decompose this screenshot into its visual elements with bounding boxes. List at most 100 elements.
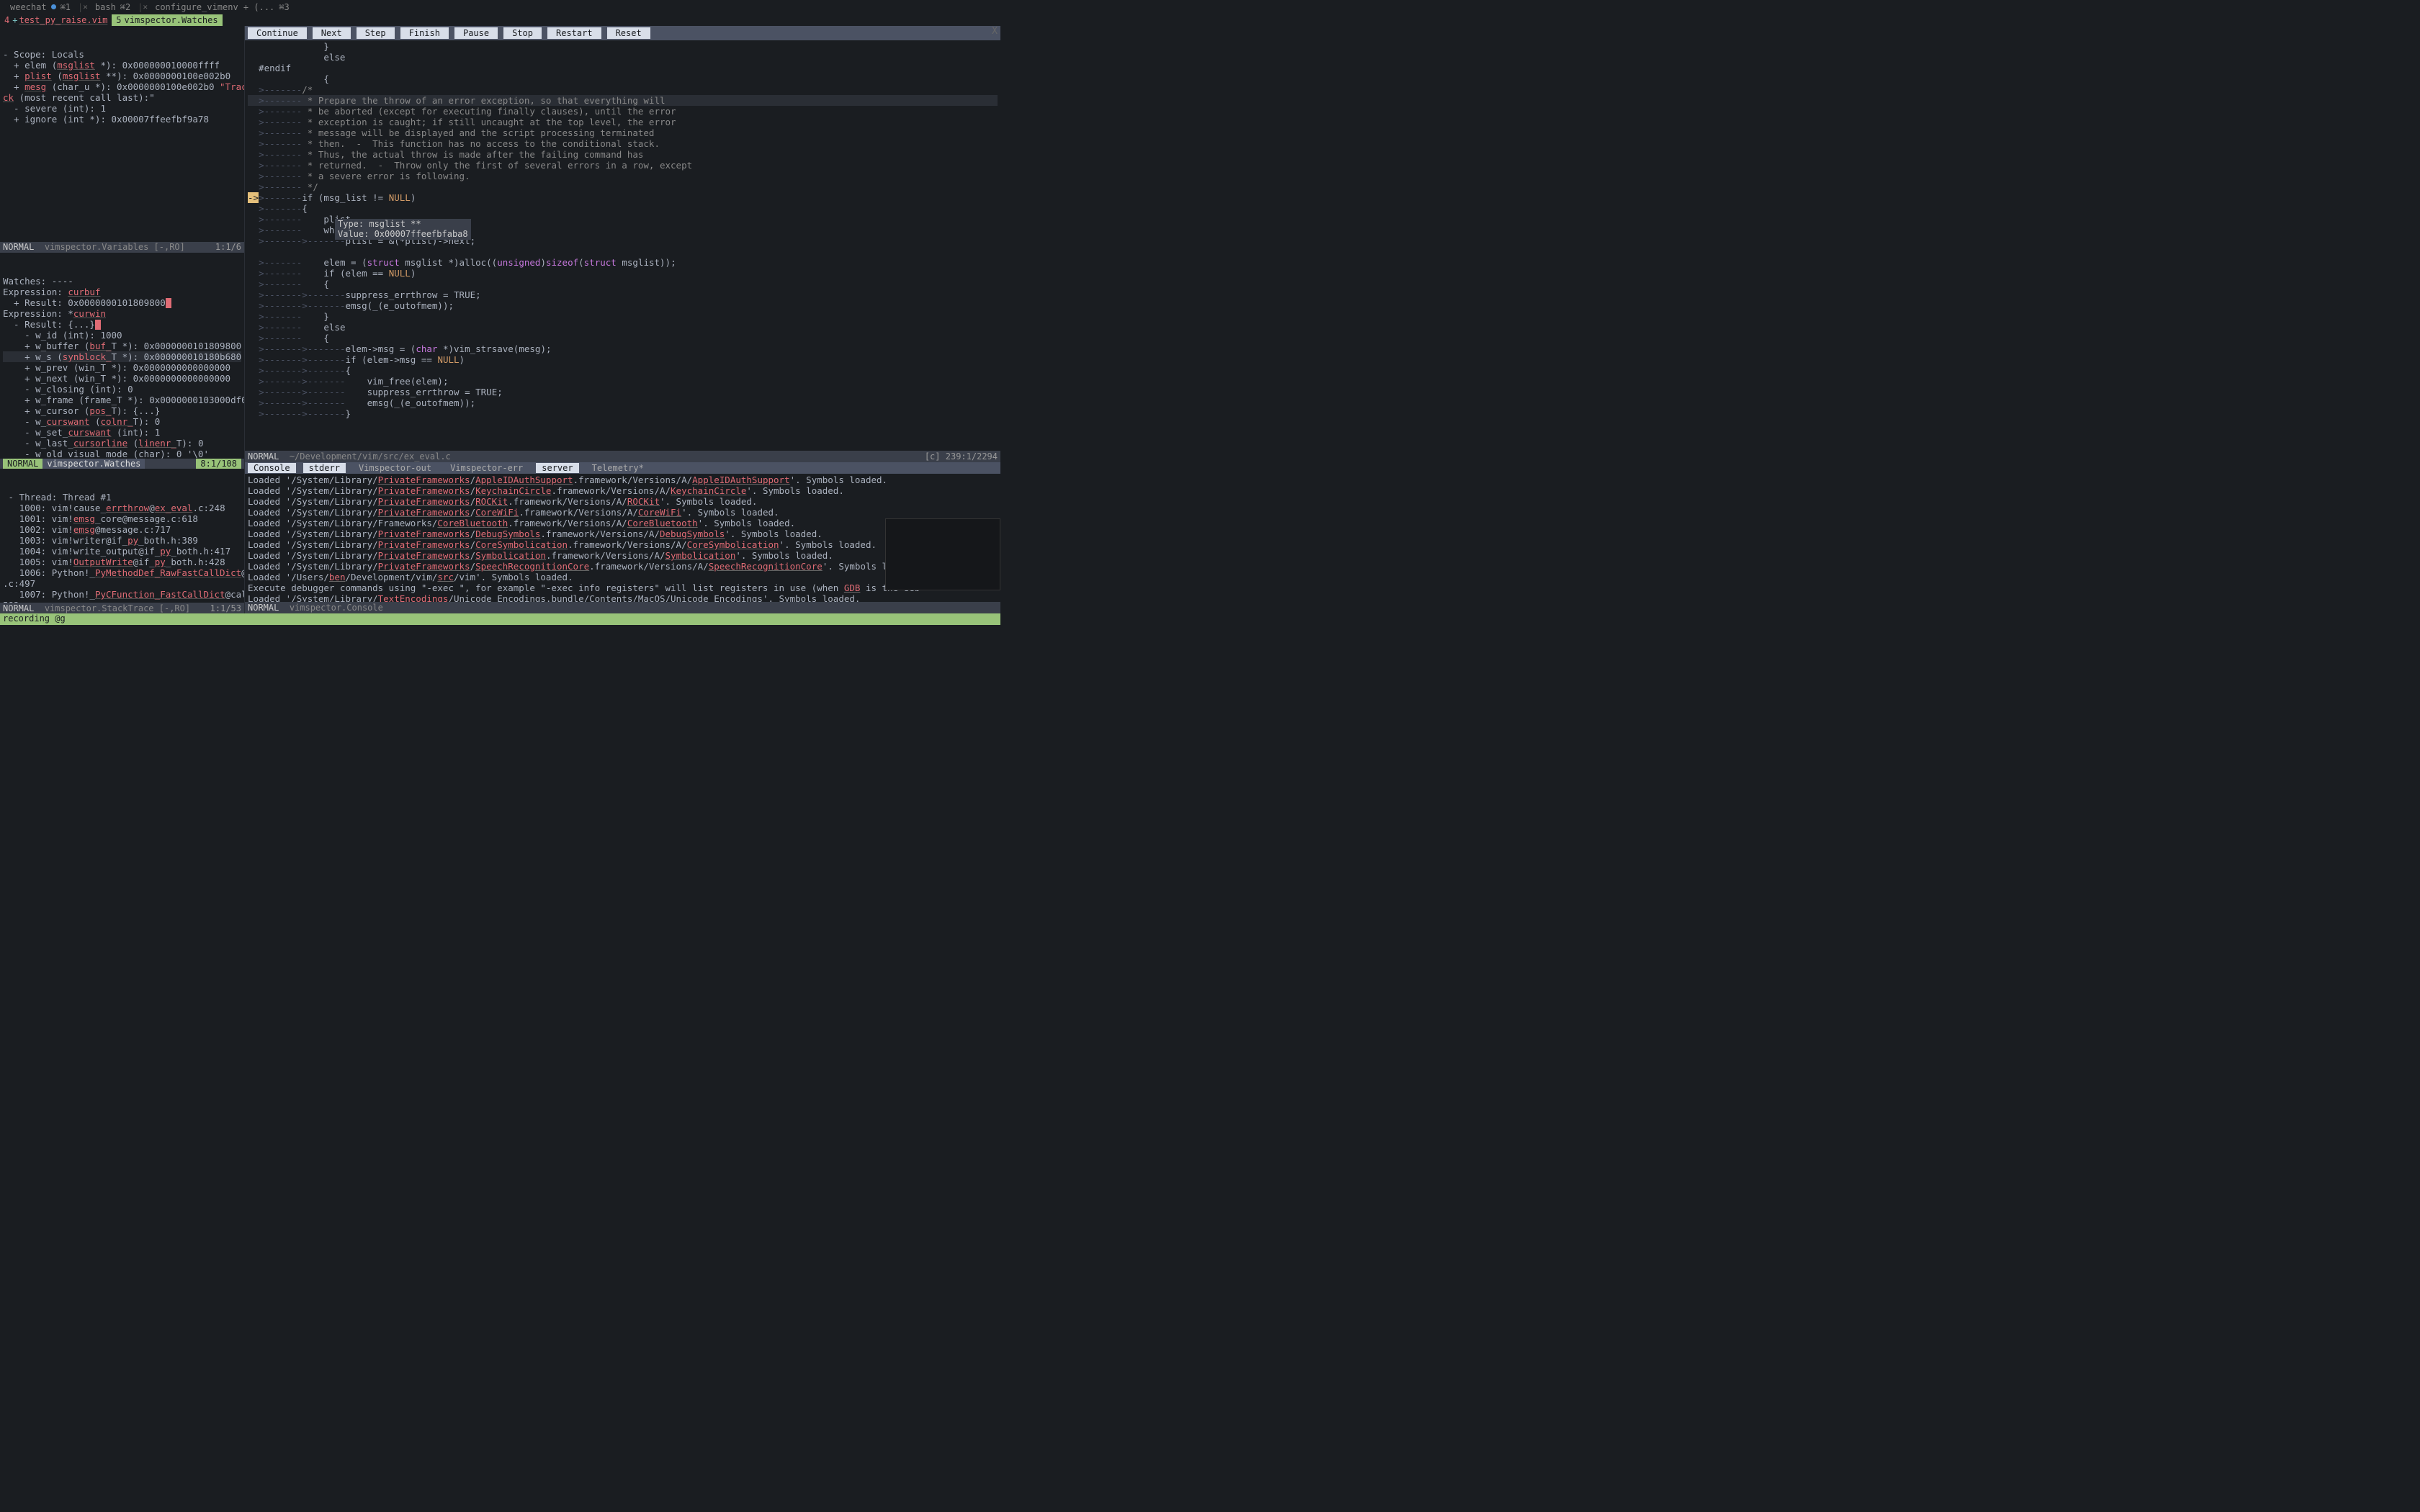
code-line[interactable]: >------- * a severe error is following. [248, 171, 998, 181]
os-tab-2[interactable]: bash ⌘2 [88, 2, 138, 12]
code-line[interactable]: >------- * returned. - Throw only the fi… [248, 160, 998, 171]
stop-button[interactable]: Stop [503, 27, 542, 39]
code-line[interactable]: else [248, 52, 998, 63]
next-button[interactable]: Next [313, 27, 351, 39]
stacktrace-pane[interactable]: - Thread: Thread #1 1000: vim!cause_errt… [0, 469, 244, 603]
code-line[interactable]: >------- */ [248, 181, 998, 192]
reset-button[interactable]: Reset [607, 27, 650, 39]
output-tabs: Console stderr Vimspector-out Vimspector-er… [245, 462, 1000, 474]
watch-line[interactable]: Expression: *curwin [3, 308, 241, 319]
stack-frame[interactable]: 1005: vim!OutputWrite@if_py_both.h:428 [3, 557, 241, 567]
code-line[interactable]: >------- elem = (struct msglist *)alloc(… [248, 257, 998, 268]
watch-line[interactable]: + w_frame (frame_T *): 0x0000000103000df… [3, 395, 241, 405]
stack-frame[interactable]: 1007: Python!_PyCFunction_FastCallDict@c… [3, 589, 241, 600]
stack-frame[interactable]: 1000: vim!cause_errthrow@ex_eval.c:248 [3, 503, 241, 513]
vim-tab-2[interactable]: 5 vimspector.Watches [112, 14, 222, 26]
code-line[interactable]: >------- { [248, 333, 998, 343]
stack-frame[interactable]: .c:497 [3, 578, 241, 589]
restart-button[interactable]: Restart [547, 27, 601, 39]
console-pane[interactable]: Loaded '/System/Library/PrivateFramework… [245, 474, 1000, 602]
code-line[interactable]: >------- * message will be displayed and… [248, 127, 998, 138]
console-line: Loaded '/System/Library/PrivateFramework… [248, 507, 998, 518]
pane-close-icon[interactable]: X [992, 26, 998, 37]
watch-line[interactable]: + w_cursor (pos_T): {...} [3, 405, 241, 416]
os-tab-3[interactable]: configure_vimenv + (... ⌘3 [148, 2, 297, 12]
code-line[interactable] [248, 246, 998, 257]
watch-line[interactable]: + w_next (win_T *): 0x0000000000000000 [3, 373, 241, 384]
variable-line[interactable]: ck (most recent call last):" [3, 92, 241, 103]
variable-line[interactable]: - severe (int): 1 [3, 103, 241, 114]
code-line[interactable]: >------- * exception is caught; if still… [248, 117, 998, 127]
watch-line[interactable]: - w_last_cursorline (linenr_T): 0 [3, 438, 241, 449]
output-tab-vimspector-out[interactable]: Vimspector-out [353, 463, 437, 473]
output-tab-server[interactable]: server [536, 463, 578, 473]
watch-line[interactable]: - w_closing (int): 0 [3, 384, 241, 395]
code-line[interactable]: >------->-------if (elem->msg == NULL) [248, 354, 998, 365]
watch-line[interactable]: + w_prev (win_T *): 0x0000000000000000 [3, 362, 241, 373]
code-pane[interactable]: } else #endif { >-------/* >------- * Pr… [245, 40, 1000, 451]
variable-line[interactable]: + elem (msglist *): 0x000000010000ffff [3, 60, 241, 71]
close-icon[interactable]: ✕ [143, 2, 148, 12]
output-tab-vimspector-err[interactable]: Vimspector-err [444, 463, 529, 473]
code-line[interactable]: >------- if (elem == NULL) [248, 268, 998, 279]
code-line[interactable]: >------->-------suppress_errthrow = TRUE… [248, 289, 998, 300]
code-line[interactable]: } [248, 41, 998, 52]
stack-frame[interactable]: 1006: Python!_PyMethodDef_RawFastCallDic… [3, 567, 241, 578]
code-line[interactable]: >------->-------emsg(_(e_outofmem)); [248, 300, 998, 311]
code-line[interactable]: ->>-------if (msg_list != NULL) [248, 192, 998, 203]
watch-line[interactable]: + Result: 0x0000000101809800 [3, 297, 241, 308]
stack-frame[interactable]: 1001: vim!emsg_core@message.c:618 [3, 513, 241, 524]
code-line[interactable]: >------- * Prepare the throw of an error… [248, 95, 998, 106]
os-tab-1[interactable]: weechat ⌘1 [3, 2, 78, 12]
code-line[interactable]: >-------/* [248, 84, 998, 95]
code-line[interactable]: >------- * then. - This function has no … [248, 138, 998, 149]
watch-line[interactable]: + w_buffer (buf_T *): 0x0000000101809800 [3, 341, 241, 351]
output-tab-stderr[interactable]: stderr [303, 463, 346, 473]
console-line: Loaded '/System/Library/PrivateFramework… [248, 485, 998, 496]
watches-statusline: NORMALvimspector.Watches 8:1/108 [0, 459, 244, 469]
watch-line[interactable]: - w_set_curswant (int): 1 [3, 427, 241, 438]
code-line[interactable]: >------->------- emsg(_(e_outofmem)); [248, 397, 998, 408]
watch-line[interactable]: + w_s (synblock_T *): 0x000000010180b680 [3, 351, 241, 362]
stack-frame[interactable]: 1002: vim!emsg@message.c:717 [3, 524, 241, 535]
variable-line[interactable]: + mesg (char_u *): 0x0000000100e002b0 "T… [3, 81, 241, 92]
code-line[interactable]: >-------{ [248, 203, 998, 214]
code-line[interactable]: >------- * Thus, the actual throw is mad… [248, 149, 998, 160]
vim-tabline: 4+ test_py_raise.vim 5 vimspector.Watche… [0, 14, 1000, 26]
output-tab-console[interactable]: Console [248, 463, 296, 473]
finish-button[interactable]: Finish [400, 27, 449, 39]
code-line[interactable]: { [248, 73, 998, 84]
output-tab-telemetry-[interactable]: Telemetry* [586, 463, 650, 473]
code-line[interactable]: >------->-------elem->msg = (char *)vim_… [248, 343, 998, 354]
code-line[interactable]: >------->------- vim_free(elem); [248, 376, 998, 387]
code-line[interactable]: >------->-------} [248, 408, 998, 419]
variable-line[interactable]: - Scope: Locals [3, 49, 241, 60]
window-titlebar: weechat ⌘1 |✕ bash ⌘2 |✕ configure_vimen… [0, 0, 1000, 14]
watch-line[interactable]: - w_id (int): 1000 [3, 330, 241, 341]
debug-toolbar: Continue Next Step Finish Pause Stop Res… [245, 26, 1000, 40]
watch-line[interactable]: - Result: {...} [3, 319, 241, 330]
stack-frame[interactable]: 1004: vim!write_output@if_py_both.h:417 [3, 546, 241, 557]
watch-line[interactable]: Expression: curbuf [3, 287, 241, 297]
variables-pane[interactable]: - Scope: Locals + elem (msglist *): 0x00… [0, 26, 244, 242]
code-line[interactable]: >------->------- suppress_errthrow = TRU… [248, 387, 998, 397]
code-line[interactable]: #endif [248, 63, 998, 73]
code-line[interactable]: >------- * be aborted (except for execut… [248, 106, 998, 117]
step-button[interactable]: Step [357, 27, 395, 39]
pause-button[interactable]: Pause [454, 27, 498, 39]
vim-tab-1[interactable]: 4+ test_py_raise.vim [0, 14, 112, 26]
close-icon[interactable]: ✕ [83, 2, 88, 12]
minimap[interactable] [885, 518, 1000, 590]
code-line[interactable]: >------->-------{ [248, 365, 998, 376]
code-line[interactable]: >------- { [248, 279, 998, 289]
watch-line[interactable]: - w_curswant (colnr_T): 0 [3, 416, 241, 427]
watch-line[interactable]: - w_old_visual_mode (char): 0 '\0' [3, 449, 241, 459]
variable-line[interactable]: + plist (msglist **): 0x0000000100e002b0 [3, 71, 241, 81]
variable-line[interactable]: + ignore (int *): 0x00007ffeefbf9a78 [3, 114, 241, 125]
continue-button[interactable]: Continue [248, 27, 307, 39]
code-line[interactable]: >------- } [248, 311, 998, 322]
stack-frame[interactable]: 1003: vim!writer@if_py_both.h:389 [3, 535, 241, 546]
watches-pane[interactable]: Watches: ----Expression: curbuf + Result… [0, 253, 244, 459]
code-line[interactable]: >------- else [248, 322, 998, 333]
stack-frame[interactable]: - Thread: Thread #1 [3, 492, 241, 503]
